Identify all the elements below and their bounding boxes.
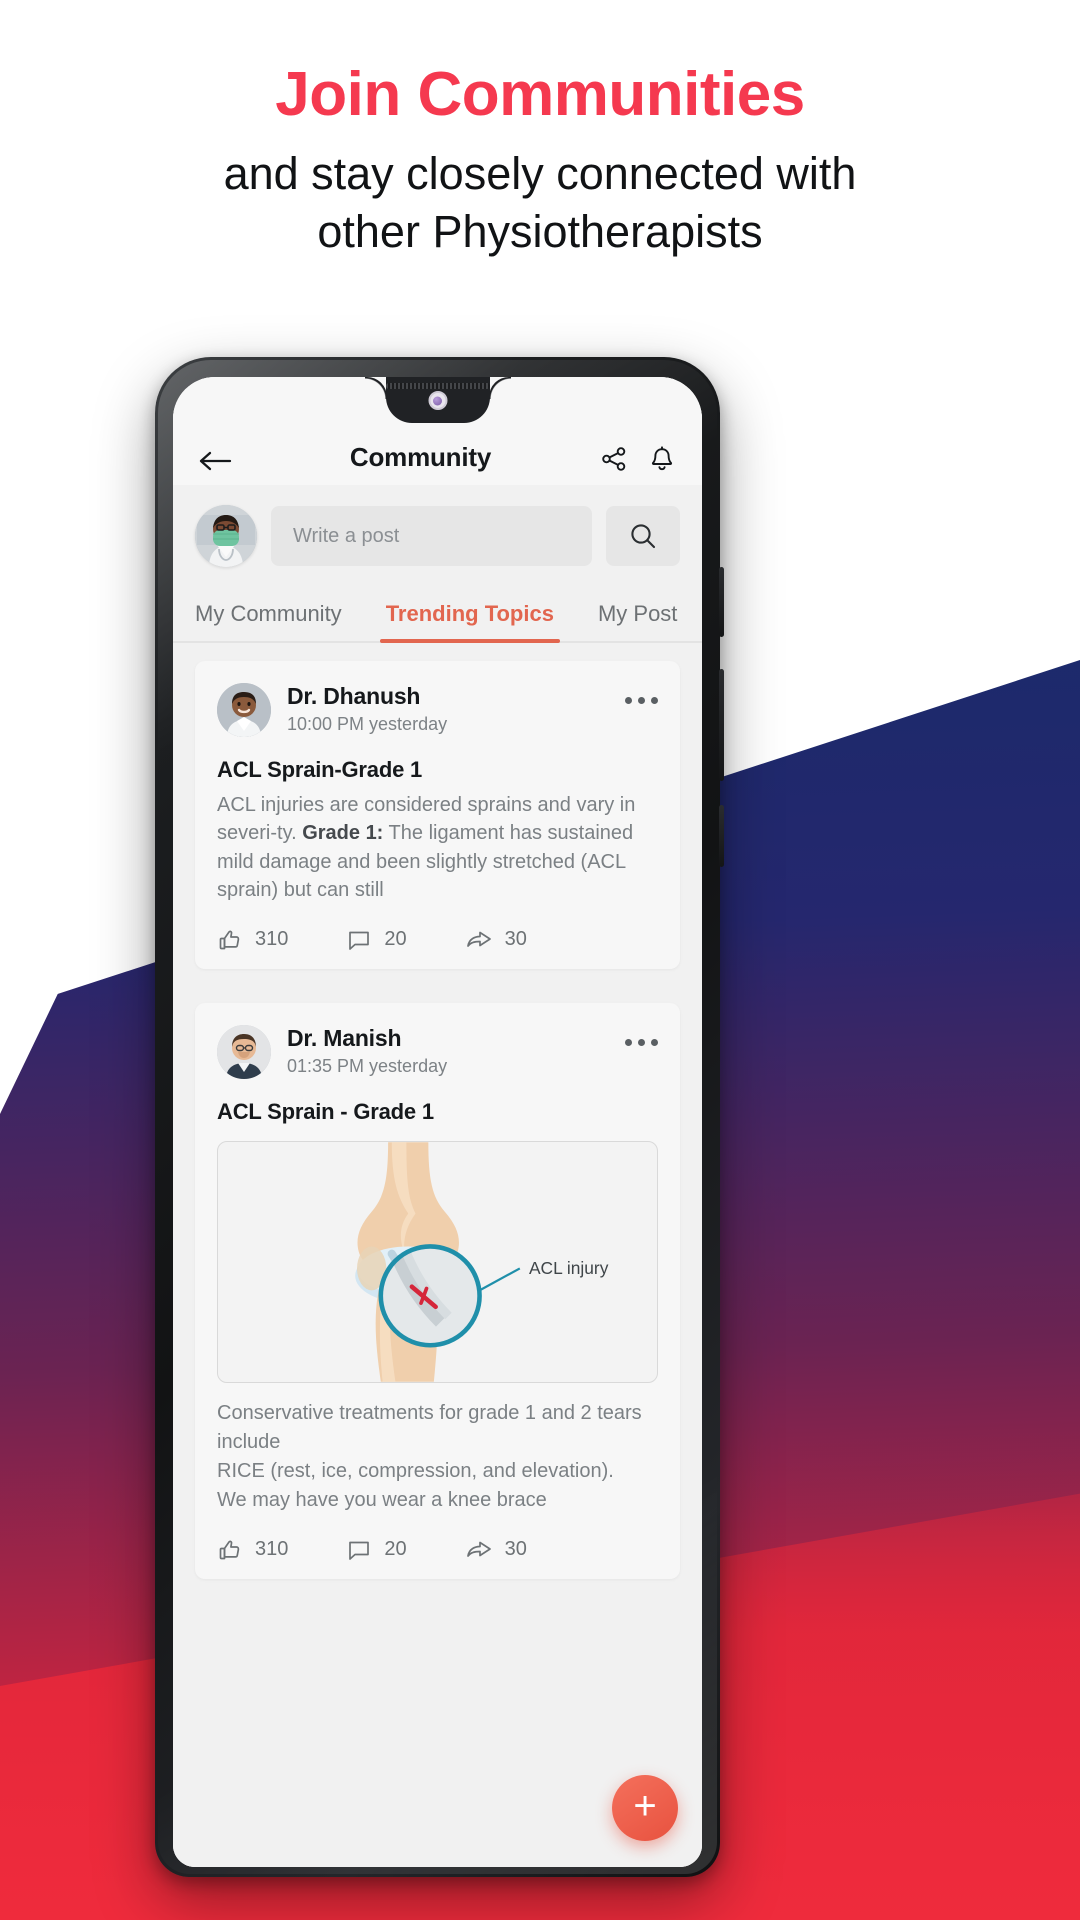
share-arrow-icon [466,931,491,947]
user-avatar-illustration [195,505,257,567]
tab-trending-topics[interactable]: Trending Topics [379,591,561,643]
phone-power-button[interactable] [719,805,724,867]
page-title: Community [349,442,492,472]
promo-headline: Join Communities [275,60,805,129]
app-body: Write a post My Community Trending Topic… [173,485,702,1867]
more-dot [625,697,632,704]
camera-lens [433,396,442,405]
post-image[interactable]: ACL injury [217,1140,658,1383]
thumbs-up-icon [219,1540,240,1559]
post-body: ACL injuries are considered sprains and … [217,791,658,905]
more-dot [651,697,658,704]
post-body-line-2: RICE (rest, ice, compression, and elevat… [217,1459,614,1482]
phone-screen: Community Write a post My Community Tren… [173,377,702,1867]
like-count: 310 [255,1538,289,1561]
comment-button[interactable]: 20 [346,927,407,953]
post-meta: Dr. Manish 01:35 PM yesterday [287,1025,609,1077]
avatar[interactable] [195,505,257,567]
post-options-button[interactable] [625,1025,658,1046]
more-dot [625,1038,632,1046]
write-post-placeholder: Write a post [293,524,400,547]
composer-row: Write a post [173,485,702,583]
post-timestamp: 01:35 PM yesterday [287,1056,448,1076]
header-actions [600,445,676,473]
post-card[interactable]: Dr. Dhanush 10:00 PM yesterday ACL Sprai… [195,661,680,969]
author-avatar-illustration [217,683,271,737]
post-body-line-1: Conservative treatments for grade 1 and … [217,1401,642,1453]
post-timestamp: 10:00 PM yesterday [287,714,448,735]
share-post-button[interactable]: 30 [465,1537,527,1563]
avatar[interactable] [217,683,271,737]
tab-my-post[interactable]: My Post [598,591,677,641]
post-reactions: 310 20 30 [217,927,658,953]
write-post-input[interactable]: Write a post [271,506,592,566]
promo-subheadline-line-1: and stay closely connected with [223,148,857,200]
comment-icon [349,1541,370,1560]
share-button[interactable] [600,445,628,473]
plus-icon: + [633,1784,657,1828]
thumbs-up-icon [219,930,240,949]
search-icon [631,524,656,549]
share-post-button[interactable]: 30 [465,927,527,953]
like-count: 310 [255,928,289,951]
bell-icon [651,445,673,470]
front-camera-icon [428,391,447,410]
phone-side-button-top[interactable] [719,567,724,637]
post-header: Dr. Dhanush 10:00 PM yesterday [217,683,658,737]
share-count: 30 [504,928,527,951]
share-count: 30 [504,1538,527,1561]
earpiece-speaker [385,383,490,389]
post-feed[interactable]: Dr. Dhanush 10:00 PM yesterday ACL Sprai… [173,643,702,1867]
post-author: Dr. Manish [287,1024,402,1051]
post-reactions: 310 20 30 [217,1537,658,1563]
post-body-bold: Grade 1: [302,822,384,845]
share-arrow-icon [466,1541,491,1557]
like-button[interactable]: 310 [217,927,288,953]
post-title: ACL Sprain-Grade 1 [217,757,423,782]
image-caption-text: ACL injury [529,1257,609,1277]
post-author: Dr. Dhanush [287,683,421,709]
more-dot [651,1038,658,1046]
post-title: ACL Sprain - Grade 1 [217,1098,434,1124]
promo-headline-block: Join Communities and stay closely connec… [0,62,1080,260]
post-options-button[interactable] [625,683,658,704]
arrow-left-icon [199,451,232,471]
comment-icon [349,931,370,950]
back-button[interactable] [199,449,241,473]
tab-bar: My Community Trending Topics My Post [173,583,702,643]
notifications-button[interactable] [648,445,676,473]
promo-subheadline: and stay closely connected with other Ph… [0,145,1080,260]
phone-mockup: Community Write a post My Community Tren… [155,357,724,1877]
post-body: Conservative treatments for grade 1 and … [217,1399,658,1515]
tab-my-community[interactable]: My Community [195,591,342,641]
like-button[interactable]: 310 [217,1537,288,1563]
knee-anatomy-illustration: ACL injury [218,1141,657,1382]
author-avatar-illustration [217,1024,271,1079]
post-body-line-3: We may have you wear a knee brace [217,1488,547,1511]
promo-subheadline-line-2: other Physiotherapists [317,205,763,257]
comment-count: 20 [384,928,407,951]
community-app: Community Write a post My Community Tren… [173,377,702,1867]
post-meta: Dr. Dhanush 10:00 PM yesterday [287,683,609,735]
comment-button[interactable]: 20 [346,1537,407,1563]
create-post-fab[interactable]: + [612,1775,678,1841]
post-card[interactable]: Dr. Manish 01:35 PM yesterday ACL Sprain… [195,1002,680,1579]
phone-volume-button[interactable] [719,669,724,781]
more-dot [638,1038,645,1046]
post-header: Dr. Manish 01:35 PM yesterday [217,1024,658,1079]
search-button[interactable] [606,506,680,566]
more-dot [638,697,645,704]
share-icon [602,447,626,471]
comment-count: 20 [384,1538,407,1561]
avatar[interactable] [217,1024,271,1079]
